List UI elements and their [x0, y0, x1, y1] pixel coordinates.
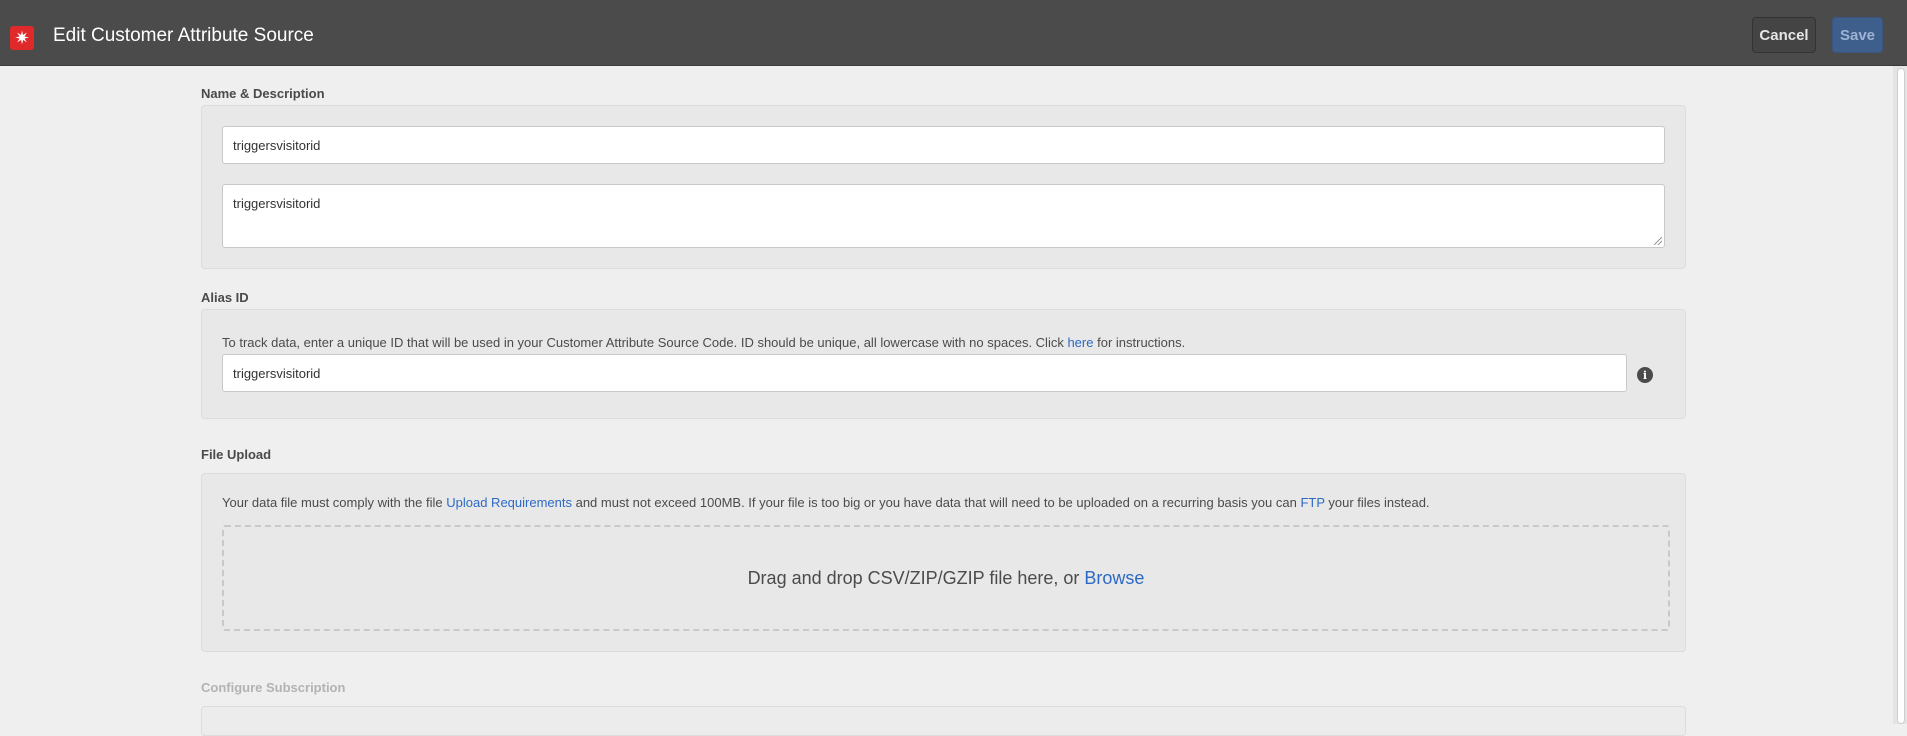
- page-title: Edit Customer Attribute Source: [53, 25, 314, 46]
- upload-help-after: your files instead.: [1324, 495, 1430, 510]
- alias-help-before: To track data, enter a unique ID that wi…: [222, 335, 1068, 350]
- cancel-button[interactable]: Cancel: [1752, 17, 1816, 53]
- adobe-logo-icon: ✷: [10, 26, 34, 50]
- alias-id-heading: Alias ID: [201, 290, 249, 305]
- resize-grip-icon[interactable]: [1654, 237, 1662, 245]
- description-field[interactable]: triggersvisitorid: [222, 184, 1665, 248]
- upload-help-before: Your data file must comply with the file: [222, 495, 447, 510]
- alias-id-value: triggersvisitorid: [233, 366, 321, 381]
- dropzone-text: Drag and drop CSV/ZIP/GZIP file here, or: [747, 567, 1080, 588]
- info-icon[interactable]: i: [1637, 367, 1653, 383]
- name-description-heading: Name & Description: [201, 86, 325, 101]
- file-dropzone[interactable]: Drag and drop CSV/ZIP/GZIP file here, or…: [222, 525, 1670, 631]
- ftp-link[interactable]: FTP: [1300, 495, 1324, 510]
- scrollbar-thumb[interactable]: [1897, 68, 1905, 724]
- file-upload-help-text: Your data file must comply with the file…: [222, 495, 1430, 510]
- upload-requirements-link[interactable]: Upload Requirements: [446, 495, 572, 510]
- file-upload-heading: File Upload: [201, 447, 272, 462]
- alias-id-field[interactable]: triggersvisitorid: [222, 354, 1627, 392]
- configure-subscription-heading: Configure Subscription: [201, 680, 346, 695]
- upload-help-middle: and must not exceed 100MB. If your file …: [571, 495, 1301, 510]
- alias-help-link[interactable]: here: [1067, 335, 1093, 350]
- save-button[interactable]: Save: [1832, 17, 1883, 53]
- top-bar: ✷ Edit Customer Attribute Source Cancel …: [0, 0, 1907, 66]
- description-field-value: triggersvisitorid: [233, 196, 321, 211]
- alias-help-text: To track data, enter a unique ID that wi…: [222, 335, 1185, 350]
- alias-help-after: for instructions.: [1093, 335, 1186, 350]
- name-field[interactable]: triggersvisitorid: [222, 126, 1665, 164]
- browse-link[interactable]: Browse: [1084, 568, 1144, 589]
- name-field-value: triggersvisitorid: [233, 138, 321, 153]
- configure-subscription-panel: [201, 706, 1686, 736]
